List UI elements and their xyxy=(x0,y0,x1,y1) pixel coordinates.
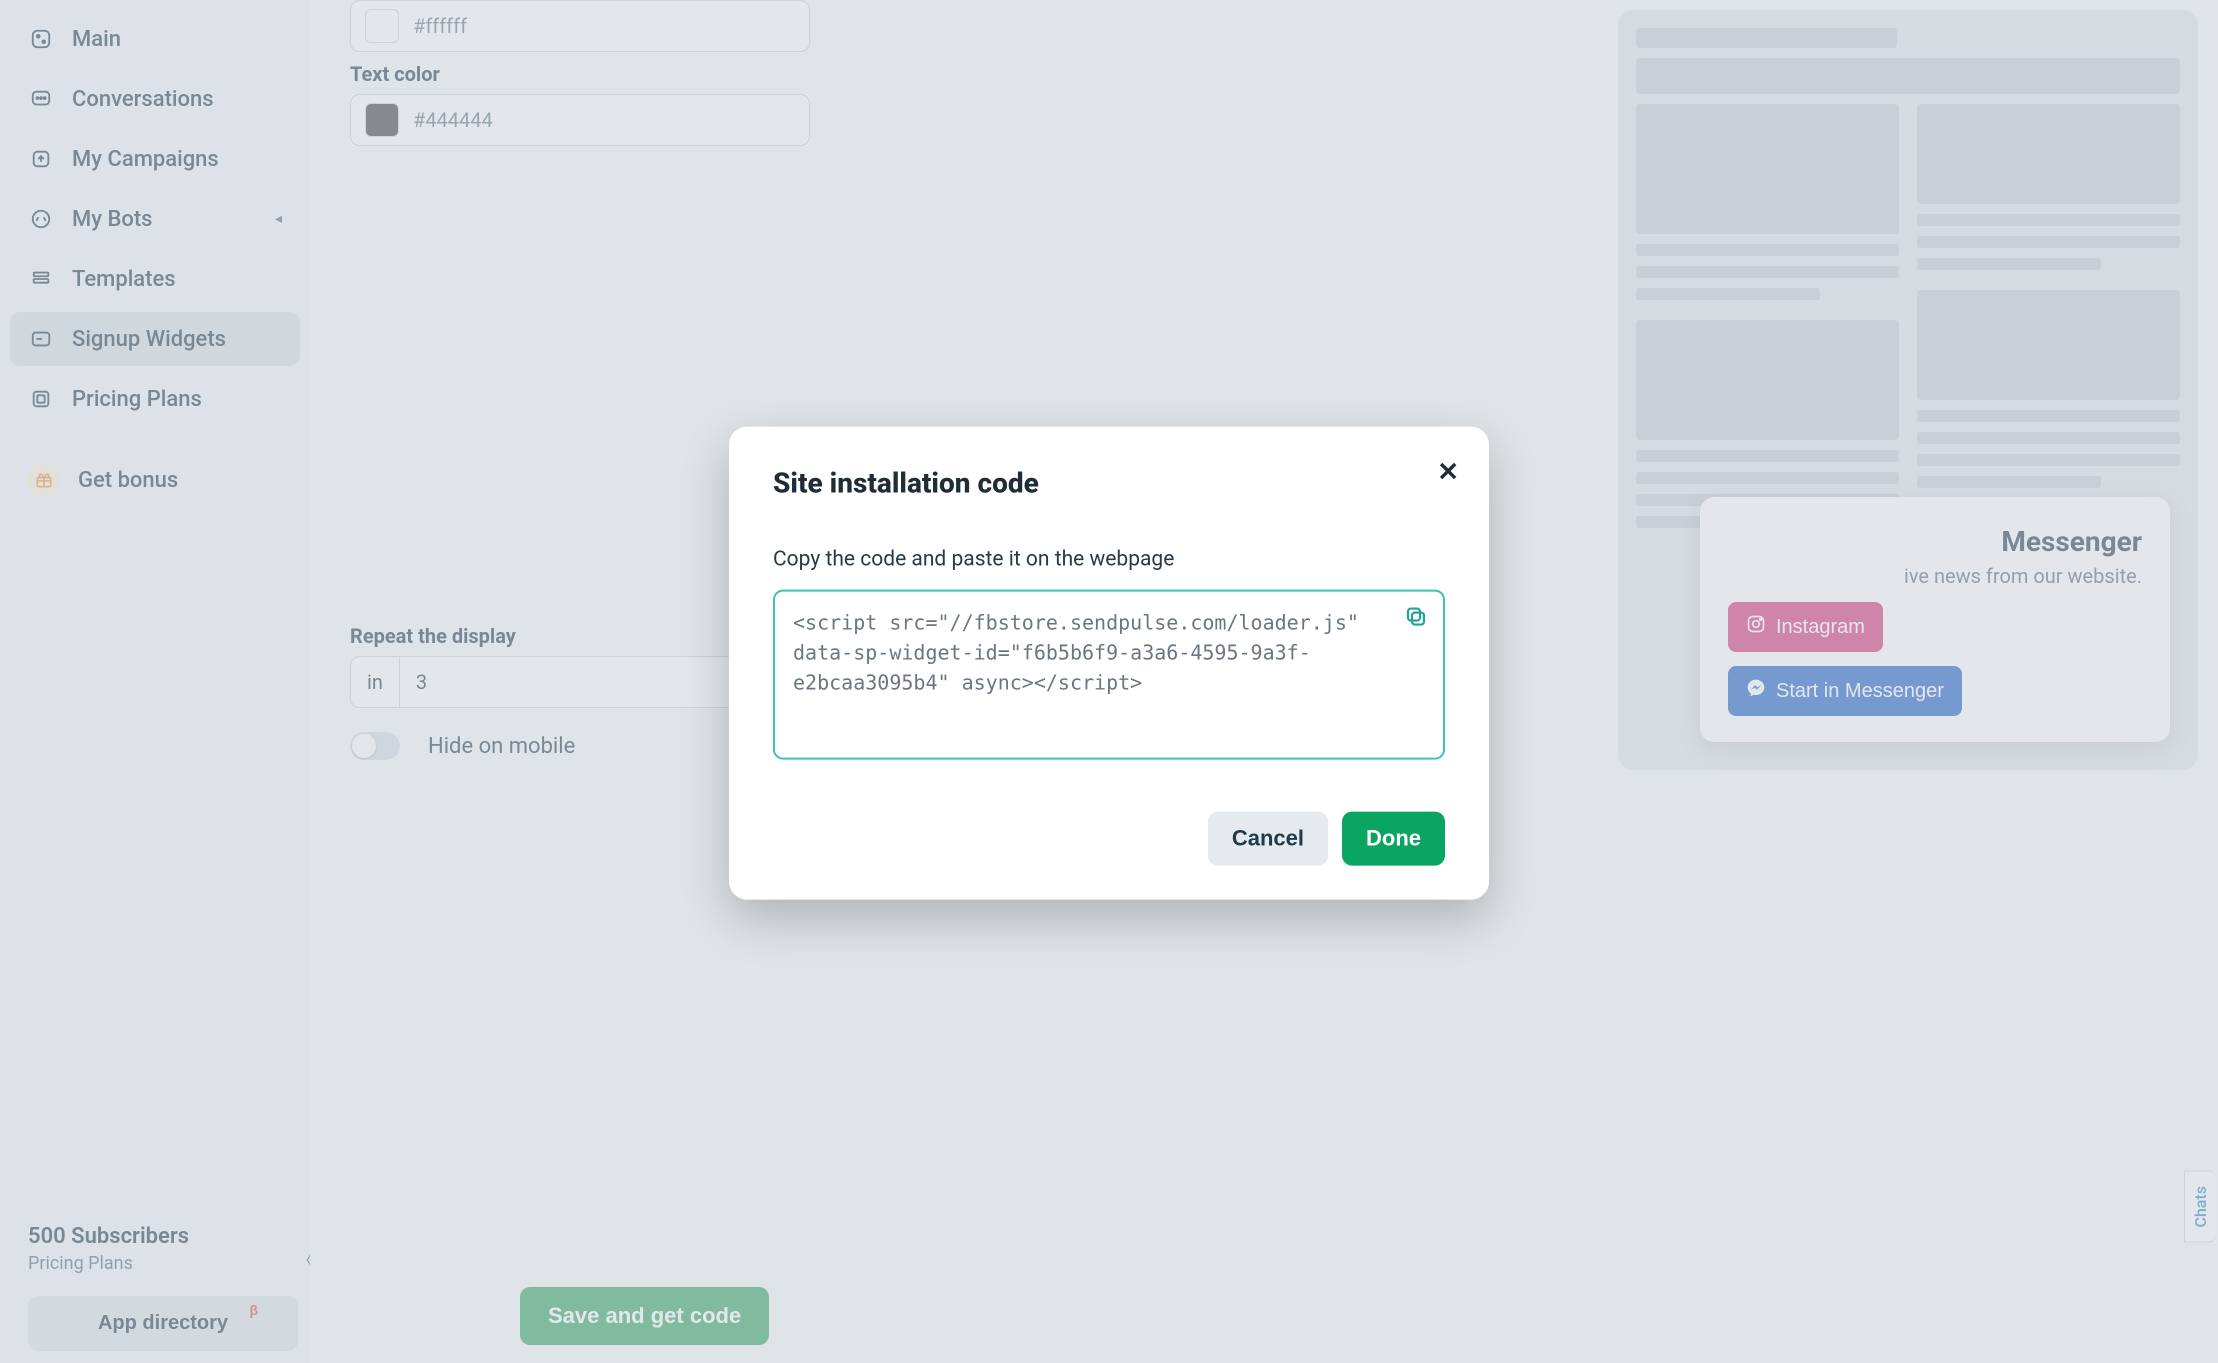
app-directory-label: App directory xyxy=(98,1312,228,1334)
widget-subtitle: ive news from our website. xyxy=(1728,564,2142,588)
repeat-prefix: in xyxy=(351,657,400,707)
modal-actions: Cancel Done xyxy=(773,811,1445,865)
sidebar-item-bonus[interactable]: Get bonus xyxy=(10,450,300,510)
sidebar-item-bots[interactable]: My Bots ◂ xyxy=(10,192,300,246)
sidebar-item-signup-widgets[interactable]: Signup Widgets xyxy=(10,312,300,366)
chats-side-tab[interactable]: Chats xyxy=(2184,1171,2216,1243)
sidebar-footer: 500 Subscribers Pricing Plans App direct… xyxy=(10,1216,300,1351)
gift-icon xyxy=(28,464,60,496)
sidebar-item-label: Pricing Plans xyxy=(72,387,202,412)
instagram-label: Instagram xyxy=(1776,616,1865,639)
hide-mobile-label: Hide on mobile xyxy=(428,734,575,759)
modal-instruction: Copy the code and paste it on the webpag… xyxy=(773,547,1445,571)
sidebar-item-label: Get bonus xyxy=(78,468,178,493)
pricing-link[interactable]: Pricing Plans xyxy=(28,1253,282,1274)
code-field-wrap xyxy=(773,589,1445,763)
sliders-icon xyxy=(28,26,54,52)
color-swatch xyxy=(365,103,399,137)
beta-badge: β xyxy=(249,1302,258,1318)
code-textarea[interactable] xyxy=(773,589,1445,759)
modal-title: Site installation code xyxy=(773,466,1445,499)
upload-icon xyxy=(28,146,54,172)
close-icon: ✕ xyxy=(1437,456,1459,486)
text-color-label: Text color xyxy=(350,62,810,86)
cancel-button[interactable]: Cancel xyxy=(1208,811,1328,865)
widget-icon xyxy=(28,326,54,352)
chevron-left-icon: ◂ xyxy=(275,211,282,227)
close-button[interactable]: ✕ xyxy=(1437,456,1459,487)
save-get-code-button[interactable]: Save and get code xyxy=(520,1287,769,1345)
done-button[interactable]: Done xyxy=(1342,811,1445,865)
messenger-label: Start in Messenger xyxy=(1776,680,1944,703)
bg-color-value: #ffffff xyxy=(413,14,467,38)
sidebar-nav: Main Conversations My Campaigns My Bots … xyxy=(10,12,300,1216)
sidebar-item-campaigns[interactable]: My Campaigns xyxy=(10,132,300,186)
messenger-button[interactable]: Start in Messenger xyxy=(1728,666,1962,716)
sidebar-item-label: Conversations xyxy=(72,87,214,112)
subscriber-count: 500 Subscribers xyxy=(28,1224,282,1249)
sidebar-item-pricing[interactable]: Pricing Plans xyxy=(10,372,300,426)
messenger-icon xyxy=(1746,678,1766,704)
sidebar-item-label: My Campaigns xyxy=(72,147,219,172)
sidebar-item-label: Signup Widgets xyxy=(72,327,226,352)
text-color-value: #444444 xyxy=(413,108,493,132)
pricing-icon xyxy=(28,386,54,412)
instagram-icon xyxy=(1746,614,1766,640)
repeat-value[interactable]: 3 xyxy=(400,657,735,707)
color-swatch xyxy=(365,9,399,43)
templates-icon xyxy=(28,266,54,292)
sidebar: Main Conversations My Campaigns My Bots … xyxy=(0,0,310,1363)
text-color-field[interactable]: #444444 xyxy=(350,94,810,146)
widget-preview: Messenger ive news from our website. Ins… xyxy=(1618,10,2198,770)
sidebar-item-main[interactable]: Main xyxy=(10,12,300,66)
widget-title: Messenger xyxy=(1728,525,2142,558)
bot-icon xyxy=(28,206,54,232)
chat-icon xyxy=(28,86,54,112)
instagram-button[interactable]: Instagram xyxy=(1728,602,1883,652)
messenger-widget-preview: Messenger ive news from our website. Ins… xyxy=(1700,497,2170,742)
sidebar-item-conversations[interactable]: Conversations xyxy=(10,72,300,126)
app-directory-button[interactable]: App directory β xyxy=(28,1296,298,1351)
sidebar-item-label: My Bots xyxy=(72,207,153,232)
copy-icon xyxy=(1404,617,1428,632)
sidebar-item-label: Main xyxy=(72,27,121,52)
sidebar-item-label: Templates xyxy=(72,267,176,292)
bg-color-field[interactable]: #ffffff xyxy=(350,0,810,52)
installation-code-modal: Site installation code ✕ Copy the code a… xyxy=(729,426,1489,899)
sidebar-item-templates[interactable]: Templates xyxy=(10,252,300,306)
hide-mobile-toggle[interactable] xyxy=(350,732,400,760)
copy-button[interactable] xyxy=(1401,603,1431,633)
